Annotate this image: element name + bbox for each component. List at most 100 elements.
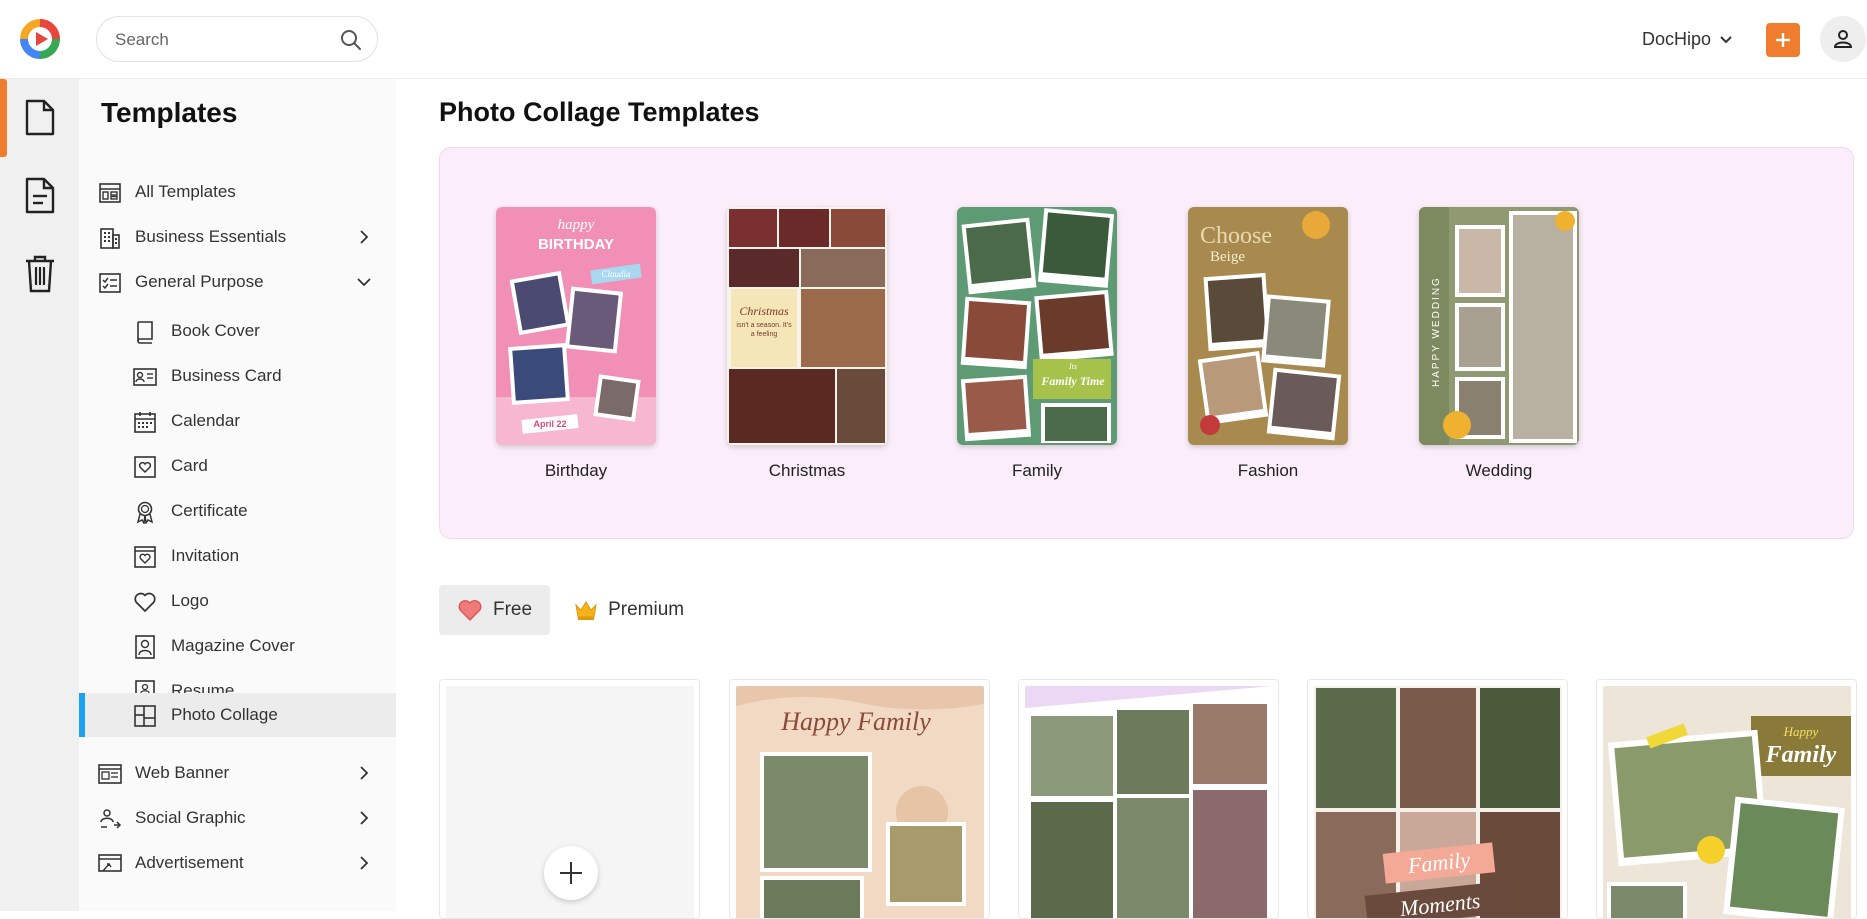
- category-label: Fashion: [1237, 461, 1299, 480]
- page-title: Photo Collage Templates: [439, 97, 760, 127]
- happy-family-template-preview: Happy Family: [736, 686, 984, 918]
- category-label: Birthday: [544, 461, 608, 480]
- ribbon-icon: [136, 501, 154, 524]
- ad-icon: [98, 854, 122, 872]
- sidebar-subitem-calendar[interactable]: Calendar: [79, 400, 396, 442]
- category-thumbnail: Its Family Time: [957, 207, 1117, 445]
- left-rail: [0, 79, 79, 911]
- chevron-right-icon: [360, 766, 369, 780]
- chevron-down-icon: [357, 278, 371, 287]
- sidebar-item-label: Social Graphic: [135, 808, 246, 827]
- wedding-collage-preview: HAPPY WEDDING: [1419, 207, 1579, 445]
- template-card[interactable]: Family Moments: [1307, 679, 1568, 919]
- plus-icon: [560, 862, 582, 884]
- portrait-icon: [135, 635, 155, 659]
- sidebar-subitem-label: Invitation: [171, 546, 240, 565]
- search-icon[interactable]: [339, 28, 363, 52]
- sidebar-title: Templates: [101, 97, 238, 128]
- sidebar-subitem-label: Magazine Cover: [171, 636, 295, 655]
- templates-sidebar: Templates All Templates Business Essenti…: [79, 79, 396, 911]
- template-card[interactable]: [1018, 679, 1279, 919]
- social-icon: [100, 809, 122, 829]
- category-card-wedding[interactable]: HAPPY WEDDING Wedding: [1419, 207, 1579, 481]
- template-card[interactable]: Happy Family: [729, 679, 990, 919]
- family-collage-preview: Its Family Time: [957, 207, 1117, 445]
- thumb-title: happy: [558, 217, 595, 233]
- sidebar-item-label: Advertisement: [135, 853, 244, 872]
- rail-templates[interactable]: [0, 79, 79, 157]
- collage-grid-template-preview: [1025, 686, 1273, 918]
- user-icon: [1833, 30, 1853, 48]
- template-card[interactable]: Happy Family: [1596, 679, 1857, 919]
- sidebar-subitem-certificate[interactable]: Certificate: [79, 490, 396, 532]
- category-thumbnail: HAPPY WEDDING: [1419, 207, 1579, 445]
- sidebar-subitem-invitation[interactable]: Invitation: [79, 535, 396, 577]
- sidebar-item-advertisement[interactable]: Advertisement: [79, 842, 396, 884]
- filter-premium[interactable]: Premium: [556, 585, 702, 635]
- sidebar-subitem-label: Business Card: [171, 366, 282, 385]
- sidebar-subitem-label: Calendar: [171, 411, 240, 430]
- dochipo-logo-icon[interactable]: [19, 18, 61, 60]
- template-preview: Happy Family: [736, 686, 984, 918]
- thumb-subtitle: BIRTHDAY: [538, 236, 614, 253]
- category-label: Family: [1011, 461, 1063, 480]
- family-moments-template-preview: Family Moments: [1314, 686, 1562, 918]
- filter-label: Free: [493, 599, 533, 620]
- create-button[interactable]: [1766, 23, 1800, 57]
- category-card-birthday[interactable]: happy BIRTHDAY Claudia April 22 Birthday: [496, 207, 656, 481]
- rail-my-documents[interactable]: [0, 157, 79, 235]
- sidebar-subitem-label: Certificate: [171, 501, 248, 520]
- category-card-fashion[interactable]: Choose Beige Fashion: [1188, 207, 1348, 481]
- sidebar-subitem-magazine-cover[interactable]: Magazine Cover: [79, 625, 396, 667]
- fashion-collage-preview: Choose Beige: [1188, 207, 1348, 445]
- sidebar-subitem-card[interactable]: Card: [79, 445, 396, 487]
- chevron-right-icon: [360, 230, 369, 244]
- category-card-christmas[interactable]: Christmas isn't a season. It's a feeling…: [727, 207, 887, 481]
- sidebar-item-social-graphic[interactable]: Social Graphic: [79, 797, 396, 839]
- sidebar-subitem-label: Book Cover: [171, 321, 260, 340]
- sidebar-subitem-business-card[interactable]: Business Card: [79, 355, 396, 397]
- account-button[interactable]: [1820, 16, 1866, 62]
- filter-free[interactable]: Free: [439, 585, 551, 635]
- template-preview: Happy Family: [1603, 686, 1851, 918]
- create-blank-button[interactable]: [544, 846, 598, 900]
- layout-icon: [99, 183, 121, 203]
- filter-label: Premium: [608, 599, 685, 620]
- sidebar-item-general-purpose[interactable]: General Purpose: [79, 261, 396, 303]
- workspace-menu[interactable]: DocHipo: [1642, 26, 1733, 52]
- sidebar-subitem-label: Logo: [171, 591, 209, 610]
- category-thumbnail: Choose Beige: [1188, 207, 1348, 445]
- category-card-family[interactable]: Its Family Time Family: [957, 207, 1117, 481]
- thumb-title: Choose: [1200, 223, 1272, 249]
- crown-icon: [575, 601, 597, 620]
- sidebar-item-label: All Templates: [135, 182, 236, 201]
- thumb-title: HAPPY WEDDING: [1431, 276, 1442, 387]
- document-text-icon: [25, 177, 54, 214]
- template-preview: [1025, 686, 1273, 918]
- book-icon: [137, 321, 153, 344]
- sidebar-subitem-photo-collage[interactable]: Photo Collage: [79, 693, 396, 737]
- sidebar-item-web-banner[interactable]: Web Banner: [79, 752, 396, 794]
- heart-card-icon: [134, 456, 156, 478]
- id-card-icon: [133, 368, 157, 386]
- sidebar-subitem-logo[interactable]: Logo: [79, 580, 396, 622]
- building-icon: [100, 228, 120, 249]
- sidebar-item-label: Web Banner: [135, 763, 230, 782]
- category-thumbnail: happy BIRTHDAY Claudia April 22: [496, 207, 656, 445]
- workspace-name: DocHipo: [1642, 28, 1712, 49]
- document-icon: [25, 99, 54, 136]
- sidebar-subitem-book-cover[interactable]: Book Cover: [79, 310, 396, 352]
- rail-trash[interactable]: [0, 235, 79, 313]
- search-input[interactable]: [115, 27, 325, 53]
- thumb-subtitle: isn't a season. It's a feeling: [736, 322, 792, 338]
- category-label: Wedding: [1465, 461, 1533, 480]
- thumb-title: Family Time: [1040, 374, 1105, 388]
- heart-filled-icon: [458, 600, 482, 621]
- sidebar-item-all-templates[interactable]: All Templates: [79, 171, 396, 213]
- category-thumbnail: Christmas isn't a season. It's a feeling: [727, 207, 887, 445]
- plus-icon: [1776, 33, 1790, 47]
- chevron-down-icon: [1720, 36, 1732, 44]
- blank-template-card[interactable]: [439, 679, 700, 919]
- category-showcase: happy BIRTHDAY Claudia April 22 Birthday…: [439, 147, 1854, 539]
- sidebar-item-business-essentials[interactable]: Business Essentials: [79, 216, 396, 258]
